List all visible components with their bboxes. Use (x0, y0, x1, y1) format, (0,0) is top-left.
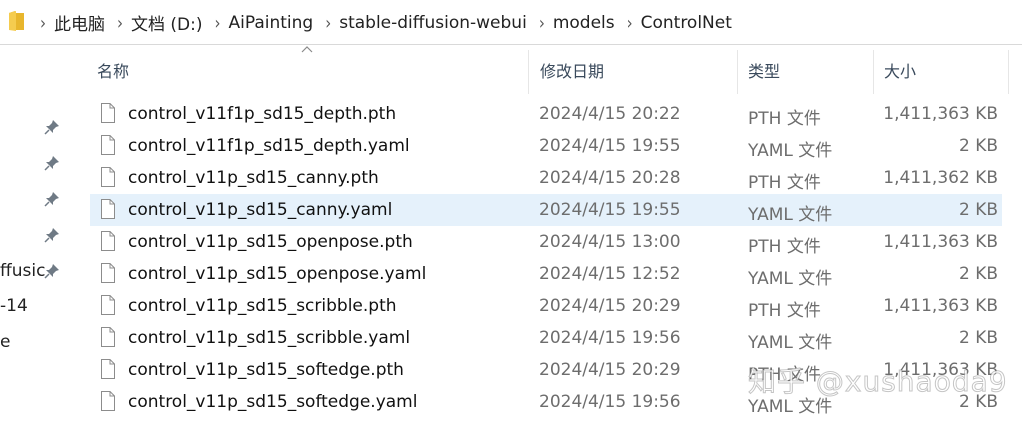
breadcrumb: › 此电脑 › 文档 (D:) › AiPainting › stable-di… (36, 10, 732, 35)
column-header-size[interactable]: 大小 (884, 58, 916, 82)
chevron-right-icon[interactable]: › (215, 12, 221, 34)
file-size: 1,411,363 KB (883, 296, 998, 316)
column-divider[interactable] (528, 50, 529, 94)
column-header-modified[interactable]: 修改日期 (540, 58, 604, 82)
file-icon (101, 135, 115, 155)
file-size: 1,411,363 KB (883, 104, 998, 124)
chevron-right-icon[interactable]: › (325, 12, 331, 34)
file-name: control_v11p_sd15_canny.yaml (128, 200, 393, 220)
file-row[interactable]: control_v11f1p_sd15_depth.yaml 2024/4/15… (90, 130, 1002, 162)
breadcrumb-item-controlnet[interactable]: ControlNet (641, 13, 732, 33)
file-icon (101, 327, 115, 347)
breadcrumb-item-models[interactable]: models (553, 13, 615, 33)
file-name: control_v11p_sd15_openpose.yaml (128, 264, 427, 284)
chevron-right-icon[interactable]: › (539, 12, 545, 34)
file-type: PTH 文件 (748, 237, 821, 257)
file-modified: 2024/4/15 13:00 (539, 232, 681, 252)
file-row[interactable]: control_v11p_sd15_openpose.pth 2024/4/15… (90, 226, 1002, 258)
file-name: control_v11p_sd15_scribble.pth (128, 296, 397, 316)
file-size: 2 KB (958, 200, 998, 220)
file-size: 2 KB (958, 328, 998, 348)
file-size: 1,411,363 KB (883, 232, 998, 252)
file-name: control_v11p_sd15_openpose.pth (128, 232, 413, 252)
folder-icon (9, 11, 24, 31)
file-type: YAML 文件 (748, 205, 833, 225)
file-name: control_v11f1p_sd15_depth.yaml (128, 136, 410, 156)
column-header-type[interactable]: 类型 (748, 58, 780, 82)
file-name: control_v11f1p_sd15_depth.pth (128, 104, 397, 124)
address-bar[interactable]: › 此电脑 › 文档 (D:) › AiPainting › stable-di… (0, 0, 1022, 45)
file-row[interactable]: control_v11p_sd15_canny.pth 2024/4/15 20… (90, 162, 1002, 194)
file-icon (101, 231, 115, 251)
file-row[interactable]: control_v11f1p_sd15_depth.pth 2024/4/15 … (90, 98, 1002, 130)
file-icon (101, 391, 115, 411)
nav-item-label[interactable]: ffusic (0, 261, 45, 281)
file-type: YAML 文件 (748, 269, 833, 289)
pin-icon[interactable] (44, 263, 60, 279)
breadcrumb-item-this-pc[interactable]: 此电脑 (54, 10, 105, 35)
file-modified: 2024/4/15 19:56 (539, 328, 681, 348)
file-icon (101, 103, 115, 123)
file-type: PTH 文件 (748, 301, 821, 321)
file-modified: 2024/4/15 20:29 (539, 296, 681, 316)
chevron-right-icon[interactable]: › (627, 12, 633, 34)
column-divider[interactable] (1008, 50, 1009, 94)
file-name: control_v11p_sd15_canny.pth (128, 168, 379, 188)
file-modified: 2024/4/15 19:56 (539, 392, 681, 412)
file-modified: 2024/4/15 20:22 (539, 104, 681, 124)
file-name: control_v11p_sd15_softedge.yaml (128, 392, 418, 412)
file-name: control_v11p_sd15_scribble.yaml (128, 328, 411, 348)
file-type: PTH 文件 (748, 109, 821, 129)
file-icon (101, 199, 115, 219)
file-size: 2 KB (958, 264, 998, 284)
file-modified: 2024/4/15 20:29 (539, 360, 681, 380)
file-modified: 2024/4/15 19:55 (539, 200, 681, 220)
pin-icon[interactable] (44, 227, 60, 243)
chevron-right-icon[interactable]: › (40, 12, 46, 34)
breadcrumb-item-drive[interactable]: 文档 (D:) (131, 10, 203, 35)
breadcrumb-item-aipainting[interactable]: AiPainting (229, 13, 314, 33)
file-row-selected[interactable]: control_v11p_sd15_canny.yaml 2024/4/15 1… (90, 194, 1002, 226)
sort-up-icon (301, 46, 313, 53)
file-row[interactable]: control_v11p_sd15_scribble.yaml 2024/4/1… (90, 322, 1002, 354)
file-row[interactable]: control_v11p_sd15_scribble.pth 2024/4/15… (90, 290, 1002, 322)
nav-item-label[interactable]: e (0, 332, 10, 352)
column-header-name[interactable]: 名称 (97, 58, 129, 82)
file-type: PTH 文件 (748, 173, 821, 193)
file-name: control_v11p_sd15_softedge.pth (128, 360, 404, 380)
breadcrumb-item-webui[interactable]: stable-diffusion-webui (339, 13, 527, 33)
watermark: 知乎 @xushaoda9 (748, 365, 1008, 399)
file-row[interactable]: control_v11p_sd15_openpose.yaml 2024/4/1… (90, 258, 1002, 290)
file-icon (101, 295, 115, 315)
file-modified: 2024/4/15 19:55 (539, 136, 681, 156)
nav-item-label[interactable]: -14 (0, 296, 28, 316)
pin-icon[interactable] (44, 191, 60, 207)
file-icon (101, 167, 115, 187)
file-icon (101, 359, 115, 379)
file-icon (101, 263, 115, 283)
pin-icon[interactable] (44, 155, 60, 171)
file-type: YAML 文件 (748, 333, 833, 353)
file-modified: 2024/4/15 20:28 (539, 168, 681, 188)
pin-icon[interactable] (44, 119, 60, 135)
file-type: YAML 文件 (748, 141, 833, 161)
chevron-right-icon[interactable]: › (117, 12, 123, 34)
column-divider[interactable] (737, 50, 738, 94)
file-size: 2 KB (958, 136, 998, 156)
column-divider[interactable] (873, 50, 874, 94)
file-size: 1,411,362 KB (883, 168, 998, 188)
file-modified: 2024/4/15 12:52 (539, 264, 681, 284)
